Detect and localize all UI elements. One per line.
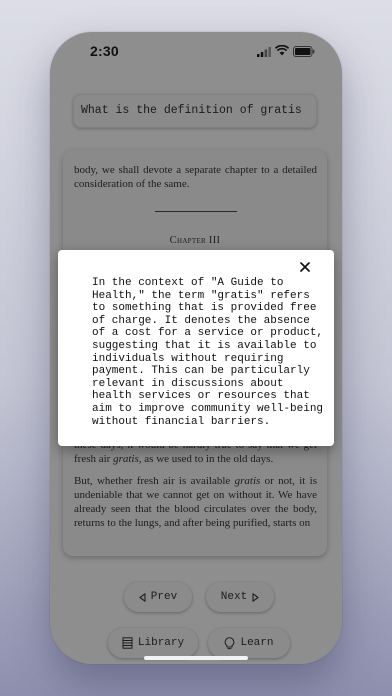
definition-modal: In the context of "A Guide to Health," t… [58,250,334,446]
reader-paragraph-top: body, we shall devote a separate chapter… [74,164,317,190]
next-button-label: Next [220,591,248,603]
next-button[interactable]: Next [206,582,274,612]
battery-icon [293,46,315,57]
chapter-heading: Chapter III [169,235,221,246]
definition-text: In the context of "A Guide to Health," t… [92,277,324,428]
close-icon[interactable] [300,262,310,272]
search-input[interactable]: What is the definition of gratis [73,94,317,128]
learn-button[interactable]: Learn [208,628,290,658]
library-button[interactable]: Library [108,628,198,658]
book-icon [122,637,133,649]
section-divider [155,211,237,212]
prev-button-label: Prev [150,591,178,603]
triangle-left-icon [139,592,146,602]
search-query-text: What is the definition of gratis [81,104,302,117]
prev-button[interactable]: Prev [124,582,192,612]
reader-paragraph-bottom: But, whether fresh air is available grat… [74,475,317,529]
learn-button-label: Learn [240,637,274,649]
lightbulb-icon [225,636,235,649]
status-bar: 2:30 [50,32,342,72]
triangle-right-icon [252,592,259,602]
wifi-icon [275,45,289,56]
phone-screen: 2:30 What is the definition of gratis bo… [50,32,342,664]
signal-icon [257,47,271,57]
home-indicator [144,656,248,660]
status-time: 2:30 [90,43,119,59]
library-button-label: Library [137,637,185,649]
